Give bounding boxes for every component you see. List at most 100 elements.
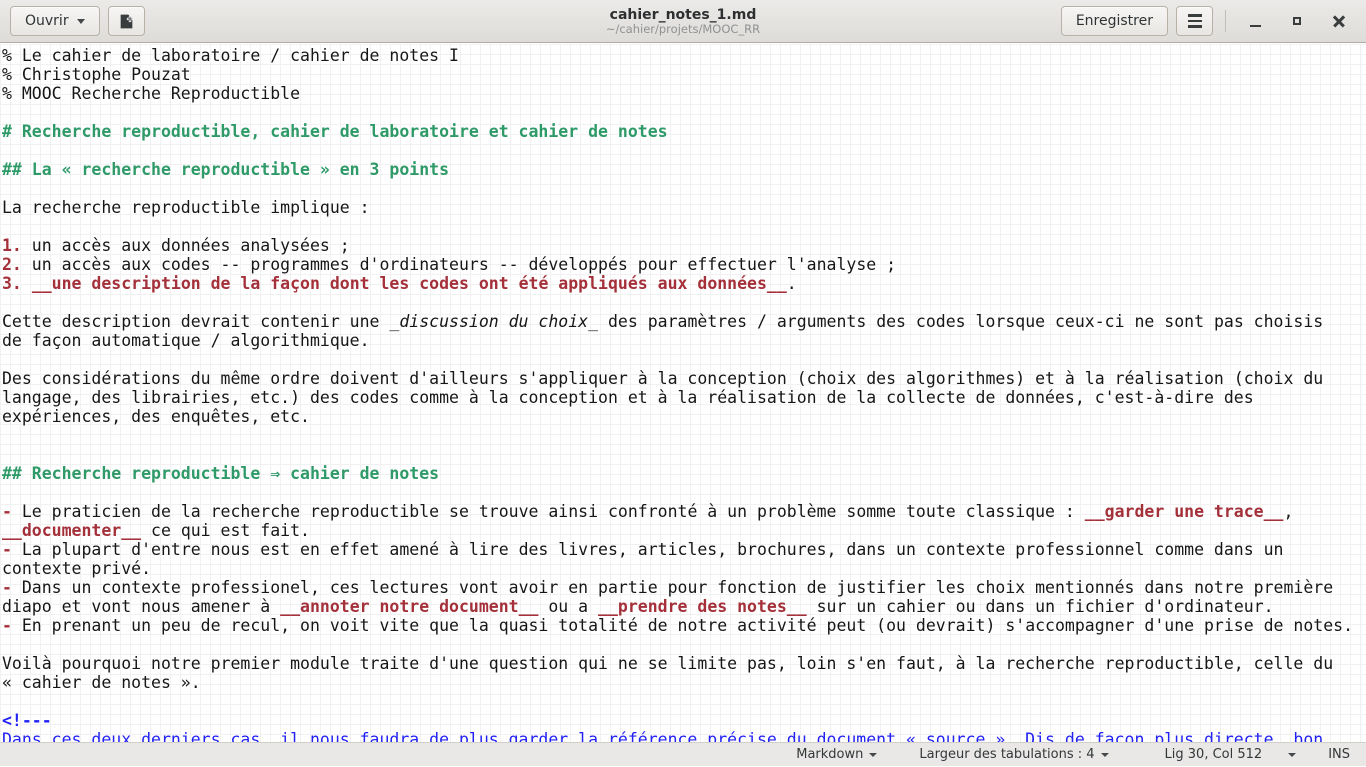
editor-line[interactable] <box>2 103 1366 122</box>
editor-line[interactable]: Cette description devrait contenir une _… <box>2 312 1366 331</box>
text-segment: Des considérations du même ordre doivent… <box>2 369 1323 388</box>
close-button[interactable] <box>1322 6 1356 36</box>
editor-line[interactable]: - La plupart d'entre nous est en effet a… <box>2 540 1366 559</box>
editor-line[interactable] <box>2 179 1366 198</box>
text-segment: % MOOC Recherche Reproductible <box>2 84 300 103</box>
cursor-position[interactable]: Lig 30, Col 512 <box>1163 743 1265 767</box>
language-selector[interactable]: Markdown <box>794 743 879 767</box>
text-segment: Voilà pourquoi notre premier module trai… <box>2 654 1333 673</box>
open-button[interactable]: Ouvrir <box>10 6 100 36</box>
editor-line[interactable]: « cahier de notes ». <box>2 673 1366 692</box>
editor-line[interactable] <box>2 217 1366 236</box>
editor-line[interactable]: % Christophe Pouzat <box>2 65 1366 84</box>
text-segment: expériences, des enquêtes, etc. <box>2 407 310 426</box>
editor-line[interactable]: contexte privé. <box>2 559 1366 578</box>
text-segment: sur un cahier ou dans un fichier d'ordin… <box>807 597 1274 616</box>
menu-button[interactable] <box>1176 6 1213 36</box>
text-segment: 1. <box>2 236 22 255</box>
text-segment: Le praticien de la recherche reproductib… <box>12 502 1085 521</box>
editor-line[interactable]: 3. __une description de la façon dont le… <box>2 274 1366 293</box>
text-segment: de façon automatique / algorithmique. <box>2 331 370 350</box>
text-segment: 2. <box>2 255 22 274</box>
text-segment: contexte privé. <box>2 559 151 578</box>
text-segment: La recherche reproductible implique : <box>2 198 370 217</box>
tab-width-label: Largeur des tabulations : 4 <box>919 747 1094 762</box>
editor-line[interactable]: Dans ces deux derniers cas, il nous faud… <box>2 730 1366 742</box>
open-button-label: Ouvrir <box>25 13 69 29</box>
editor-line[interactable]: 1. un accès aux données analysées ; <box>2 236 1366 255</box>
editor-line[interactable]: % MOOC Recherche Reproductible <box>2 84 1366 103</box>
text-segment: # Recherche reproductible, cahier de lab… <box>2 122 668 141</box>
editor-line[interactable]: de façon automatique / algorithmique. <box>2 331 1366 350</box>
text-segment: diapo et vont nous amener à <box>2 597 280 616</box>
text-segment: % Christophe Pouzat <box>2 65 191 84</box>
text-segment: . <box>787 274 797 293</box>
editor-line[interactable]: diapo et vont nous amener à __annoter no… <box>2 597 1366 616</box>
window-subtitle: ~/cahier/projets/MOOC_RR <box>606 23 760 36</box>
editor-line[interactable] <box>2 350 1366 369</box>
hamburger-menu-icon <box>1188 14 1202 27</box>
editor-line[interactable] <box>2 426 1366 445</box>
editor-line[interactable]: % Le cahier de laboratoire / cahier de n… <box>2 46 1366 65</box>
editor-line[interactable]: ## La « recherche reproductible » en 3 p… <box>2 160 1366 179</box>
text-segment: Dans un contexte professionel, ces lectu… <box>12 578 1333 597</box>
save-button-label: Enregistrer <box>1076 13 1153 29</box>
tab-width-selector[interactable]: Largeur des tabulations : 4 <box>917 743 1110 767</box>
statusbar: Markdown Largeur des tabulations : 4 Lig… <box>0 742 1366 766</box>
window-close-icon <box>1333 15 1345 27</box>
text-segment <box>22 274 32 293</box>
editor-line[interactable]: # Recherche reproductible, cahier de lab… <box>2 122 1366 141</box>
text-segment: En prenant un peu de recul, on voit vite… <box>12 616 1353 635</box>
maximize-button[interactable] <box>1280 6 1314 36</box>
editor-line[interactable]: 2. un accès aux codes -- programmes d'or… <box>2 255 1366 274</box>
text-segment: __garder une trace__ <box>1085 502 1284 521</box>
editor-line[interactable] <box>2 141 1366 160</box>
new-document-button[interactable] <box>108 6 145 36</box>
editor-line[interactable]: ## Recherche reproductible ⇒ cahier de n… <box>2 464 1366 483</box>
editor-line[interactable] <box>2 692 1366 711</box>
editor-line[interactable] <box>2 483 1366 502</box>
window-maximize-icon <box>1293 17 1301 25</box>
text-segment: __prendre des notes__ <box>598 597 807 616</box>
chevron-down-icon <box>77 19 85 24</box>
headerbar-right-group: Enregistrer <box>1061 6 1356 36</box>
editor-line[interactable]: expériences, des enquêtes, etc. <box>2 407 1366 426</box>
document-new-icon <box>118 13 135 30</box>
text-segment: __une description de la façon dont les c… <box>32 274 787 293</box>
text-segment: Cette description devrait contenir une <box>2 312 389 331</box>
editor-line[interactable]: La recherche reproductible implique : <box>2 198 1366 217</box>
chevron-down-icon <box>869 753 877 757</box>
goto-line-dropdown[interactable] <box>1286 743 1298 767</box>
editor-line[interactable]: __documenter__ ce qui est fait. <box>2 521 1366 540</box>
editor-line[interactable]: Des considérations du même ordre doivent… <box>2 369 1366 388</box>
editor-line[interactable]: - Le praticien de la recherche reproduct… <box>2 502 1366 521</box>
headerbar-separator <box>1225 10 1226 32</box>
input-mode-label: INS <box>1328 747 1350 762</box>
window-minimize-icon <box>1250 25 1261 28</box>
text-segment: un accès aux données analysées ; <box>22 236 350 255</box>
input-mode-indicator: INS <box>1326 743 1352 767</box>
minimize-button[interactable] <box>1238 6 1272 36</box>
text-segment: - <box>2 578 12 597</box>
text-segment: un accès aux codes -- programmes d'ordin… <box>22 255 896 274</box>
editor-line[interactable] <box>2 445 1366 464</box>
editor-line[interactable]: <!--- <box>2 711 1366 730</box>
text-segment: __documenter__ <box>2 521 141 540</box>
editor-line[interactable]: - En prenant un peu de recul, on voit vi… <box>2 616 1366 635</box>
editor-content[interactable]: % Le cahier de laboratoire / cahier de n… <box>0 44 1366 742</box>
text-segment: - <box>2 540 12 559</box>
editor-line[interactable]: langage, des librairies, etc.) des codes… <box>2 388 1366 407</box>
text-segment: des paramètres / arguments des codes lor… <box>598 312 1323 331</box>
editor-line[interactable] <box>2 635 1366 654</box>
text-segment: - <box>2 616 12 635</box>
text-segment: ## Recherche reproductible ⇒ cahier de n… <box>2 464 439 483</box>
text-segment: _discussion du choix_ <box>389 312 598 331</box>
editor-line[interactable] <box>2 293 1366 312</box>
editor-line[interactable]: - Dans un contexte professionel, ces lec… <box>2 578 1366 597</box>
text-segment: ce qui est fait. <box>141 521 310 540</box>
text-segment: __annoter notre document__ <box>280 597 538 616</box>
text-segment: ou a <box>538 597 598 616</box>
editor-line[interactable]: Voilà pourquoi notre premier module trai… <box>2 654 1366 673</box>
save-button[interactable]: Enregistrer <box>1061 6 1168 36</box>
cursor-position-label: Lig 30, Col 512 <box>1165 747 1263 762</box>
